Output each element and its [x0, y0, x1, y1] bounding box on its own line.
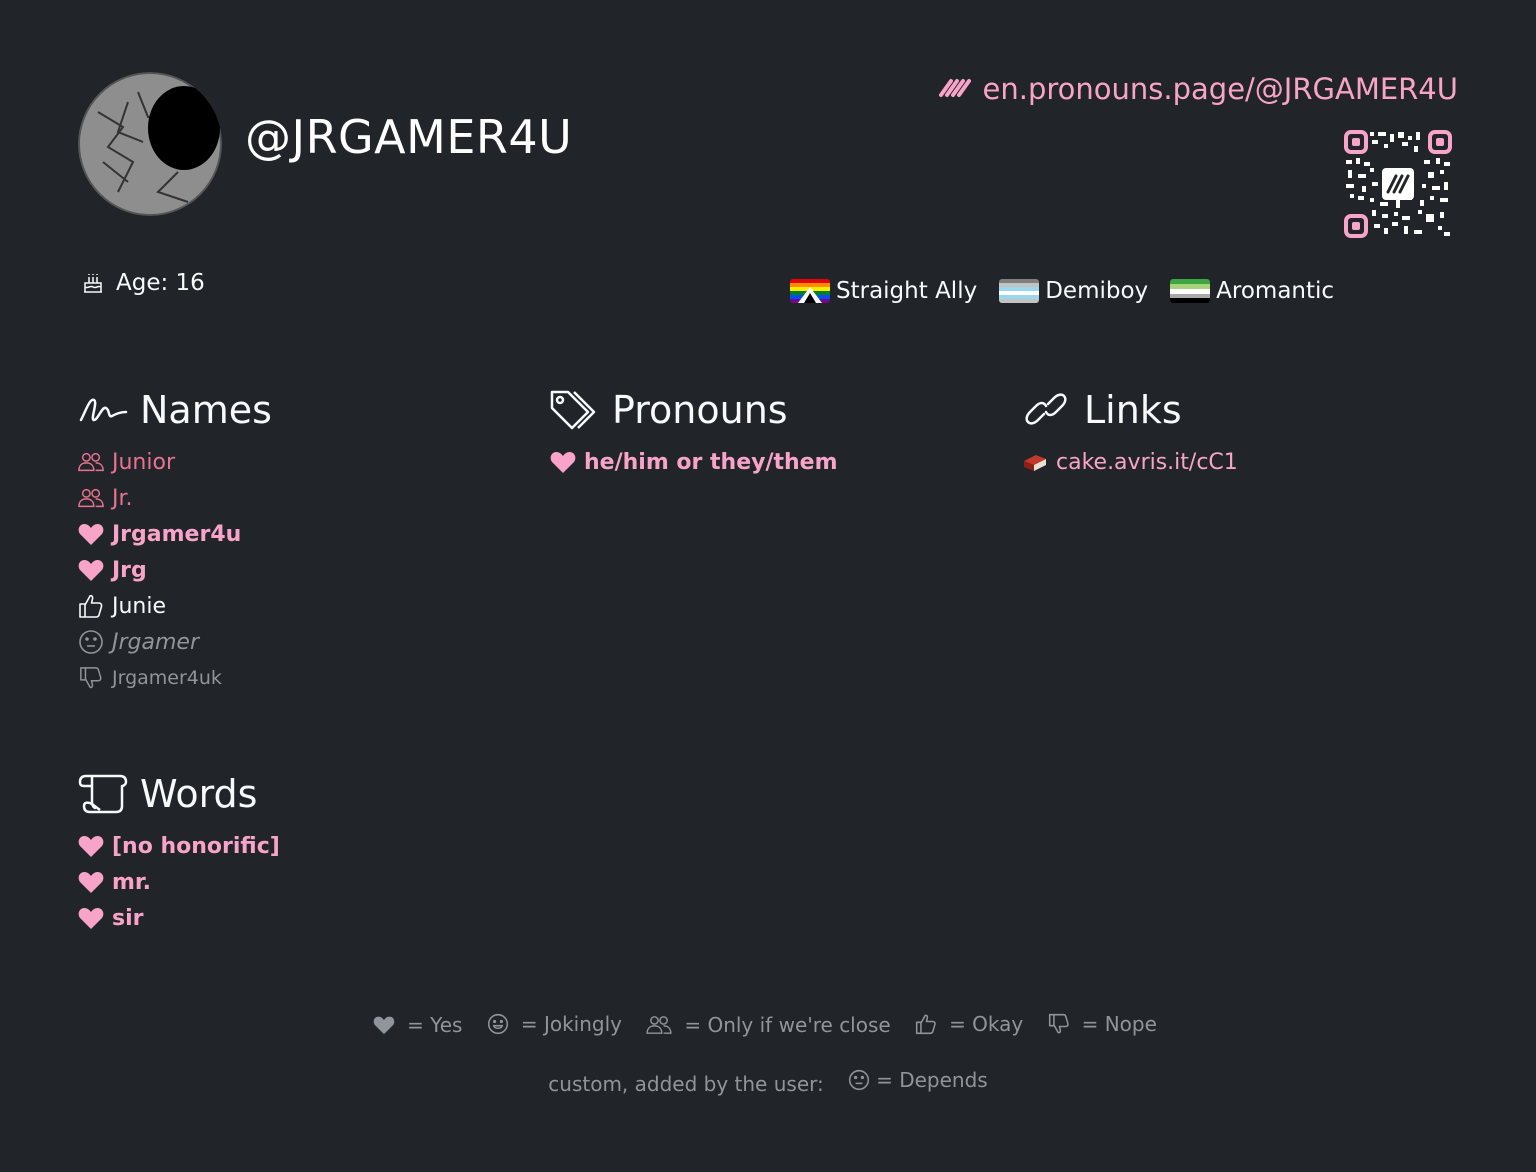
word-item: sir: [78, 900, 280, 936]
names-section: Names Junior Jr. Jrgamer4u Jrg Junie Jrg…: [78, 388, 272, 696]
name-item: Jr.: [78, 480, 272, 516]
name-label: Jr.: [112, 485, 133, 511]
legend-depends: = Depends: [848, 1068, 988, 1092]
heart-icon: [78, 905, 104, 931]
links-title: Links: [1084, 388, 1182, 432]
straight-ally-flag-icon: [790, 279, 830, 303]
birthday-cake-icon: [80, 270, 106, 296]
signature-icon: [78, 390, 128, 430]
profile-url-text: en.pronouns.page/@JRGAMER4U: [982, 72, 1458, 106]
age-text: Age: 16: [116, 270, 205, 296]
pronouns-title: Pronouns: [612, 388, 788, 432]
word-label: [no honorific]: [112, 833, 280, 859]
word-item: [no honorific]: [78, 828, 280, 864]
flag-aromantic: Aromantic: [1170, 278, 1334, 304]
links-section: Links cake.avris.it/cC1: [1022, 388, 1238, 480]
profile-url-link[interactable]: en.pronouns.page/@JRGAMER4U: [937, 72, 1458, 106]
flag-label: Demiboy: [1045, 278, 1149, 304]
name-label: Jrgamer: [112, 629, 199, 655]
name-item: Jrgamer: [78, 624, 272, 660]
neutral-face-icon: [78, 629, 104, 655]
name-label: Jrgamer4uk: [112, 667, 222, 689]
pronoun-link[interactable]: he/him or they/them: [584, 450, 838, 475]
legend-yes: = Yes: [373, 1013, 468, 1037]
flag-label: Aromantic: [1216, 278, 1335, 304]
link-text[interactable]: cake.avris.it/cC1: [1056, 450, 1238, 475]
name-item: Jrgamer4uk: [78, 660, 272, 696]
legend-okay: = Okay: [915, 1012, 1029, 1036]
legend: = Yes = Jokingly = Only if we're close =…: [0, 1012, 1536, 1040]
pronoun-item[interactable]: he/him or they/them: [550, 444, 838, 480]
thumbs-up-icon: [915, 1014, 936, 1035]
flag-label: Straight Ally: [836, 278, 978, 304]
names-heading: Names: [78, 388, 272, 432]
qr-code[interactable]: [1344, 130, 1452, 238]
users-icon: [646, 1016, 672, 1034]
legend-close: = Only if we're close: [646, 1013, 896, 1037]
users-icon: [78, 449, 104, 475]
heart-icon: [78, 869, 104, 895]
links-heading: Links: [1022, 388, 1238, 432]
legend-nope: = Nope: [1048, 1012, 1163, 1036]
name-item: Jrg: [78, 552, 272, 588]
tags-icon: [550, 388, 600, 432]
thumbs-up-icon: [78, 593, 104, 619]
heart-icon: [78, 557, 104, 583]
name-label: Junior: [112, 449, 175, 475]
avatar: [78, 72, 222, 216]
words-title: Words: [140, 772, 258, 816]
demiboy-flag-icon: [999, 279, 1040, 303]
thumbs-down-icon: [78, 665, 104, 691]
username: @JRGAMER4U: [245, 110, 573, 164]
heart-icon: [78, 833, 104, 859]
pronouns-section: Pronouns he/him or they/them: [550, 388, 838, 480]
legend-jokingly: = Jokingly: [487, 1012, 628, 1036]
name-item: Junior: [78, 444, 272, 480]
words-section: Words [no honorific] mr. sir: [78, 772, 280, 936]
flag-straight-ally: Straight Ally: [790, 278, 977, 304]
name-item: Junie: [78, 588, 272, 624]
word-label: sir: [112, 905, 144, 931]
custom-legend: custom, added by the user: = Depends: [0, 1068, 1536, 1096]
flag-demiboy: Demiboy: [999, 278, 1148, 304]
link-icon: [1022, 388, 1072, 432]
heart-icon: [78, 521, 104, 547]
custom-legend-prefix: custom, added by the user:: [548, 1072, 824, 1096]
heart-icon: [373, 1016, 395, 1035]
word-item: mr.: [78, 864, 280, 900]
age-info: Age: 16: [80, 270, 205, 296]
neutral-face-icon: [849, 1069, 870, 1091]
pronouns-heading: Pronouns: [550, 388, 838, 432]
link-item[interactable]: cake.avris.it/cC1: [1022, 444, 1238, 480]
names-title: Names: [140, 388, 272, 432]
name-label: Jrgamer4u: [112, 521, 242, 547]
flags-list: Straight Ally Demiboy Aromantic: [790, 278, 1334, 304]
word-label: mr.: [112, 869, 151, 895]
name-label: Jrg: [112, 557, 147, 583]
thumbs-down-icon: [1048, 1013, 1069, 1034]
name-label: Junie: [112, 593, 167, 619]
grinning-face-icon: [487, 1013, 508, 1035]
words-heading: Words: [78, 772, 280, 816]
pronouns-page-logo-icon: [937, 76, 973, 102]
aromantic-flag-icon: [1170, 279, 1211, 303]
users-icon: [78, 485, 104, 511]
book-icon: [1022, 449, 1048, 475]
heart-icon: [550, 449, 576, 475]
scroll-icon: [78, 772, 128, 816]
name-item: Jrgamer4u: [78, 516, 272, 552]
